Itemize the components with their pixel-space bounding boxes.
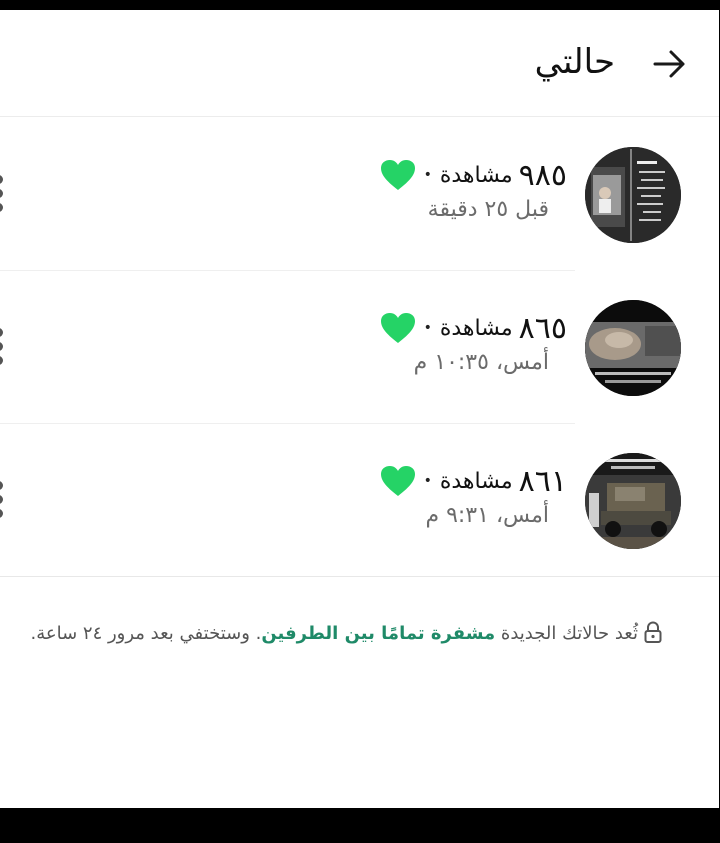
status-time: أمس، ١٠:٣٥ م bbox=[413, 350, 549, 375]
page-title: حالتي bbox=[534, 42, 615, 82]
status-thumbnail[interactable] bbox=[585, 300, 681, 396]
views-label: مشاهدة bbox=[439, 468, 513, 494]
arrow-back-icon[interactable] bbox=[651, 46, 687, 82]
views-line: ٨٦١ مشاهدة • bbox=[380, 461, 567, 501]
bullet: • bbox=[423, 320, 432, 336]
more-options-icon[interactable] bbox=[0, 328, 12, 368]
status-time: قبل ٢٥ دقيقة bbox=[427, 197, 549, 222]
heart-icon bbox=[380, 313, 415, 343]
status-row[interactable]: ٨٦٥ مشاهدة • أمس، ١٠:٣٥ م bbox=[0, 270, 719, 420]
more-options-icon[interactable] bbox=[0, 481, 12, 521]
views-label: مشاهدة bbox=[439, 315, 513, 341]
my-status-screen: حالتي ٩٨٥ مشاهدة • قبل ٢٥ دقيقة ٨٦٥ مشاه… bbox=[0, 10, 719, 808]
bullet: • bbox=[423, 473, 432, 489]
views-count: ٨٦١ bbox=[518, 463, 567, 499]
bullet: • bbox=[423, 167, 432, 183]
status-thumbnail[interactable] bbox=[585, 453, 681, 549]
status-thumbnail[interactable] bbox=[585, 147, 681, 243]
lock-icon bbox=[644, 621, 662, 643]
views-line: ٩٨٥ مشاهدة • bbox=[380, 155, 567, 195]
notice-suffix: . وستختفي بعد مرور ٢٤ ساعة. bbox=[30, 623, 262, 644]
heart-icon bbox=[380, 160, 415, 190]
notice-prefix: ثُعد حالاتك الجديدة bbox=[500, 623, 638, 644]
status-row[interactable]: ٨٦١ مشاهدة • أمس، ٩:٣١ م bbox=[0, 423, 719, 573]
views-count: ٨٦٥ bbox=[518, 310, 567, 346]
status-time: أمس، ٩:٣١ م bbox=[425, 503, 549, 528]
encryption-notice: ثُعد حالاتك الجديدة مشفرة تمامًا بين الط… bbox=[12, 618, 662, 650]
heart-icon bbox=[380, 466, 415, 496]
views-label: مشاهدة bbox=[439, 162, 513, 188]
divider bbox=[0, 576, 719, 577]
status-row[interactable]: ٩٨٥ مشاهدة • قبل ٢٥ دقيقة bbox=[0, 117, 719, 267]
views-count: ٩٨٥ bbox=[518, 157, 567, 193]
more-options-icon[interactable] bbox=[0, 175, 12, 215]
views-line: ٨٦٥ مشاهدة • bbox=[380, 308, 567, 348]
encryption-link[interactable]: مشفرة تمامًا بين الطرفين bbox=[261, 623, 495, 644]
app-bar: حالتي bbox=[0, 10, 719, 117]
